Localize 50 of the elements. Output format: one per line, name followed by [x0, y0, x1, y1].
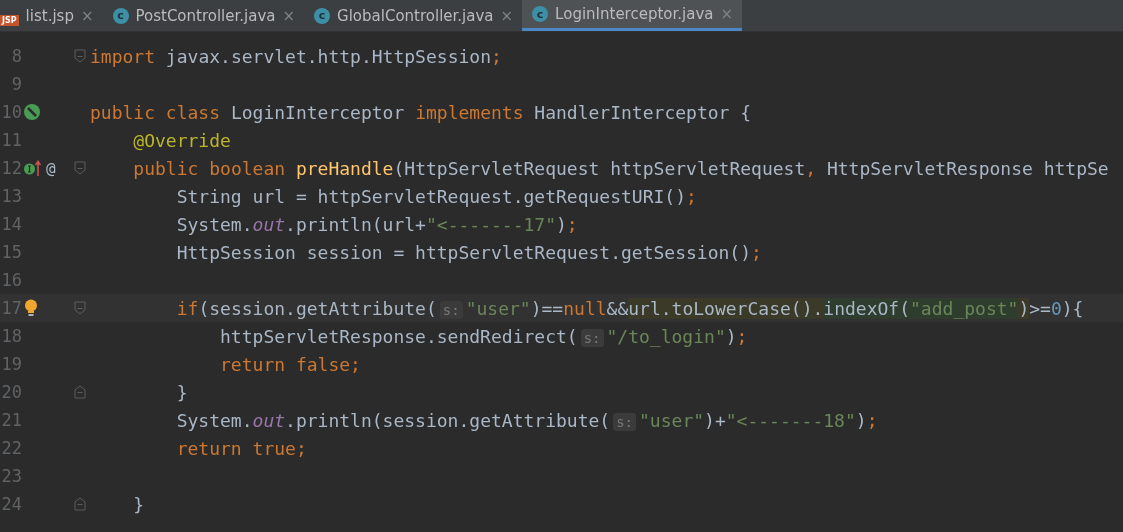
- line-number: 12: [0, 158, 22, 178]
- annotation-marker[interactable]: @: [46, 158, 56, 178]
- line-number: 14: [0, 214, 22, 234]
- code-line: @Override: [132, 129, 231, 151]
- code-line: public boolean preHandle(HttpServletRequest httpServletRequest, HttpServletResponse httpSe: [132, 157, 1109, 179]
- code-line: String url = httpServletRequest.getRequestURI();: [175, 185, 697, 207]
- editor-tab[interactable]: c LoginInterceptor.java ×: [522, 0, 743, 31]
- code-line: System.out.println(session.getAttribute( s: "user")+"<-------18");: [175, 409, 878, 431]
- line-number: 16: [0, 270, 22, 290]
- jsp-file-icon: JSP: [0, 15, 19, 26]
- line-number: 10: [0, 102, 22, 122]
- line-number: 15: [0, 242, 22, 262]
- code-line: public class LoginInterceptor implements HandlerInterceptor {: [90, 101, 752, 123]
- line-number: 21: [0, 410, 22, 430]
- line-number: 11: [0, 130, 22, 150]
- class-file-icon: c: [112, 7, 129, 24]
- line-number: 24: [0, 494, 22, 514]
- line-number: 8: [10, 46, 22, 66]
- editor-tab[interactable]: c GlobalController.java ×: [304, 0, 523, 31]
- class-file-icon: c: [314, 7, 331, 24]
- line-number: 13: [0, 186, 22, 206]
- light-bulb-icon[interactable]: [24, 299, 38, 317]
- fold-icon[interactable]: [74, 301, 86, 315]
- editor-tab[interactable]: JSP list.jsp ×: [0, 0, 103, 31]
- fold-icon[interactable]: [74, 161, 86, 175]
- line-number: 19: [0, 354, 22, 374]
- code-line: if(session.getAttribute( s: "user")==null&&url.toLowerCase().indexOf("add_post")>=0){: [175, 297, 1084, 319]
- code-line: }: [175, 381, 188, 403]
- code-line: import javax.servlet.http.HttpSession;: [90, 45, 502, 67]
- close-tab-button[interactable]: ×: [500, 6, 514, 25]
- line-number: 23: [0, 466, 22, 486]
- fold-icon[interactable]: [74, 385, 86, 399]
- override-arrow-icon[interactable]: [24, 159, 42, 177]
- code-line: }: [132, 493, 145, 515]
- close-tab-button[interactable]: ×: [80, 6, 94, 25]
- circle-stripe-icon[interactable]: [24, 104, 40, 120]
- fold-icon[interactable]: [74, 49, 86, 63]
- close-tab-button[interactable]: ×: [282, 6, 296, 25]
- line-number: 22: [0, 438, 22, 458]
- class-file-icon: c: [532, 6, 549, 22]
- editor-tab[interactable]: c PostController.java ×: [102, 0, 305, 31]
- code-line: HttpSession session = httpServletRequest.getSession();: [175, 241, 762, 263]
- code-line: httpServletResponse.sendRedirect( s: "/to_login");: [219, 325, 748, 347]
- code-line: System.out.println(url+"<-------17");: [175, 213, 578, 235]
- line-number: 18: [0, 326, 22, 346]
- code-line: return false;: [219, 353, 361, 375]
- fold-icon[interactable]: [74, 497, 86, 511]
- code-line: return true;: [175, 437, 307, 459]
- line-number: 9: [10, 74, 22, 94]
- line-number: 20: [0, 382, 22, 402]
